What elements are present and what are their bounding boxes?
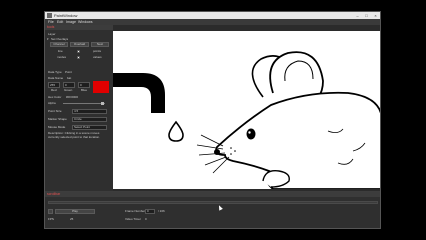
hex-color-value: #FF0000: [66, 95, 79, 99]
row-modes-value: values: [93, 55, 102, 59]
stop-button[interactable]: [48, 209, 53, 214]
line-checkbox[interactable]: [77, 50, 80, 53]
data-type-label: Data Type: [48, 70, 62, 74]
window-title: PaintWindow: [54, 13, 78, 18]
data-name-value: bat: [67, 76, 72, 80]
panel-title: tools: [47, 25, 55, 29]
mouse-paw: [262, 170, 290, 188]
blue-label: Blue: [81, 88, 88, 92]
mouse-eye-highlight: [248, 131, 251, 134]
point-size-input[interactable]: 4.5: [72, 109, 107, 114]
mouse-mode-select[interactable]: Select Point: [72, 125, 107, 130]
red-label: Red: [51, 88, 57, 92]
mouse-eye: [246, 128, 256, 140]
video-timer-label: Video Timer: [125, 217, 141, 221]
dock-header: scrollbar: [45, 192, 380, 197]
tab-channel[interactable]: Channel: [50, 42, 68, 47]
drawing-canvas[interactable]: [113, 31, 380, 189]
color-swatch[interactable]: [93, 81, 109, 93]
chevron-down-icon[interactable]: ▾: [47, 37, 49, 41]
frame-number-input[interactable]: 0: [145, 209, 155, 214]
close-icon[interactable]: ×: [371, 12, 380, 19]
subsection-label: Set Overlays: [51, 37, 69, 41]
section-label: Layer: [48, 32, 56, 36]
row-modes-label: modes: [57, 55, 67, 59]
green-label: Green: [64, 88, 73, 92]
alpha-slider-handle[interactable]: [101, 102, 104, 105]
tools-panel: tools Layer ▾ Set Overlays Channel Overl…: [45, 25, 113, 191]
faucet-shape: [113, 73, 165, 113]
bottom-dock: scrollbar Play Frame Number 0 / 166 FPS …: [45, 191, 380, 228]
mouse-illustration: [113, 51, 380, 189]
hex-color-label: Hex Color: [48, 95, 62, 99]
app-window: PaintWindow – □ × File Edit Image Window…: [44, 11, 381, 229]
alpha-label: Alpha: [48, 101, 56, 105]
data-name-label: Data Name: [48, 76, 64, 80]
dock-title: scrollbar: [47, 192, 61, 196]
row-line-value: points: [93, 49, 102, 53]
data-type-value: Point: [65, 70, 72, 74]
description-text: Description: Clicking in a scene moves c…: [48, 131, 101, 139]
frame-number-label: Frame Number: [125, 209, 146, 213]
timeline-slider[interactable]: [48, 201, 378, 204]
title-bar: PaintWindow – □ ×: [45, 12, 380, 19]
minimize-icon[interactable]: –: [353, 12, 362, 19]
frame-total: / 166: [158, 209, 165, 213]
fps-value: 25: [70, 217, 74, 221]
marker-shape-label: Marker Shape: [48, 117, 67, 121]
video-timer-value: 0: [145, 217, 147, 221]
panel-header: tools: [45, 25, 113, 30]
row-line-label: line: [58, 49, 63, 53]
point-size-label: Point Size: [48, 109, 62, 113]
alpha-slider[interactable]: [63, 103, 105, 104]
water-drop-shape: [168, 120, 184, 142]
mouse-body: [215, 91, 380, 189]
maximize-icon[interactable]: □: [362, 12, 371, 19]
tab-next[interactable]: Next: [91, 42, 109, 47]
mouse-mode-label: Mouse Mode: [48, 125, 66, 129]
fps-label: FPS: [48, 217, 54, 221]
app-icon: [47, 13, 52, 18]
marker-shape-select[interactable]: Circle: [72, 117, 107, 122]
play-button[interactable]: Play: [55, 209, 95, 214]
modes-checkbox[interactable]: [77, 56, 80, 59]
tab-overlaid[interactable]: Overlaid: [70, 42, 89, 47]
